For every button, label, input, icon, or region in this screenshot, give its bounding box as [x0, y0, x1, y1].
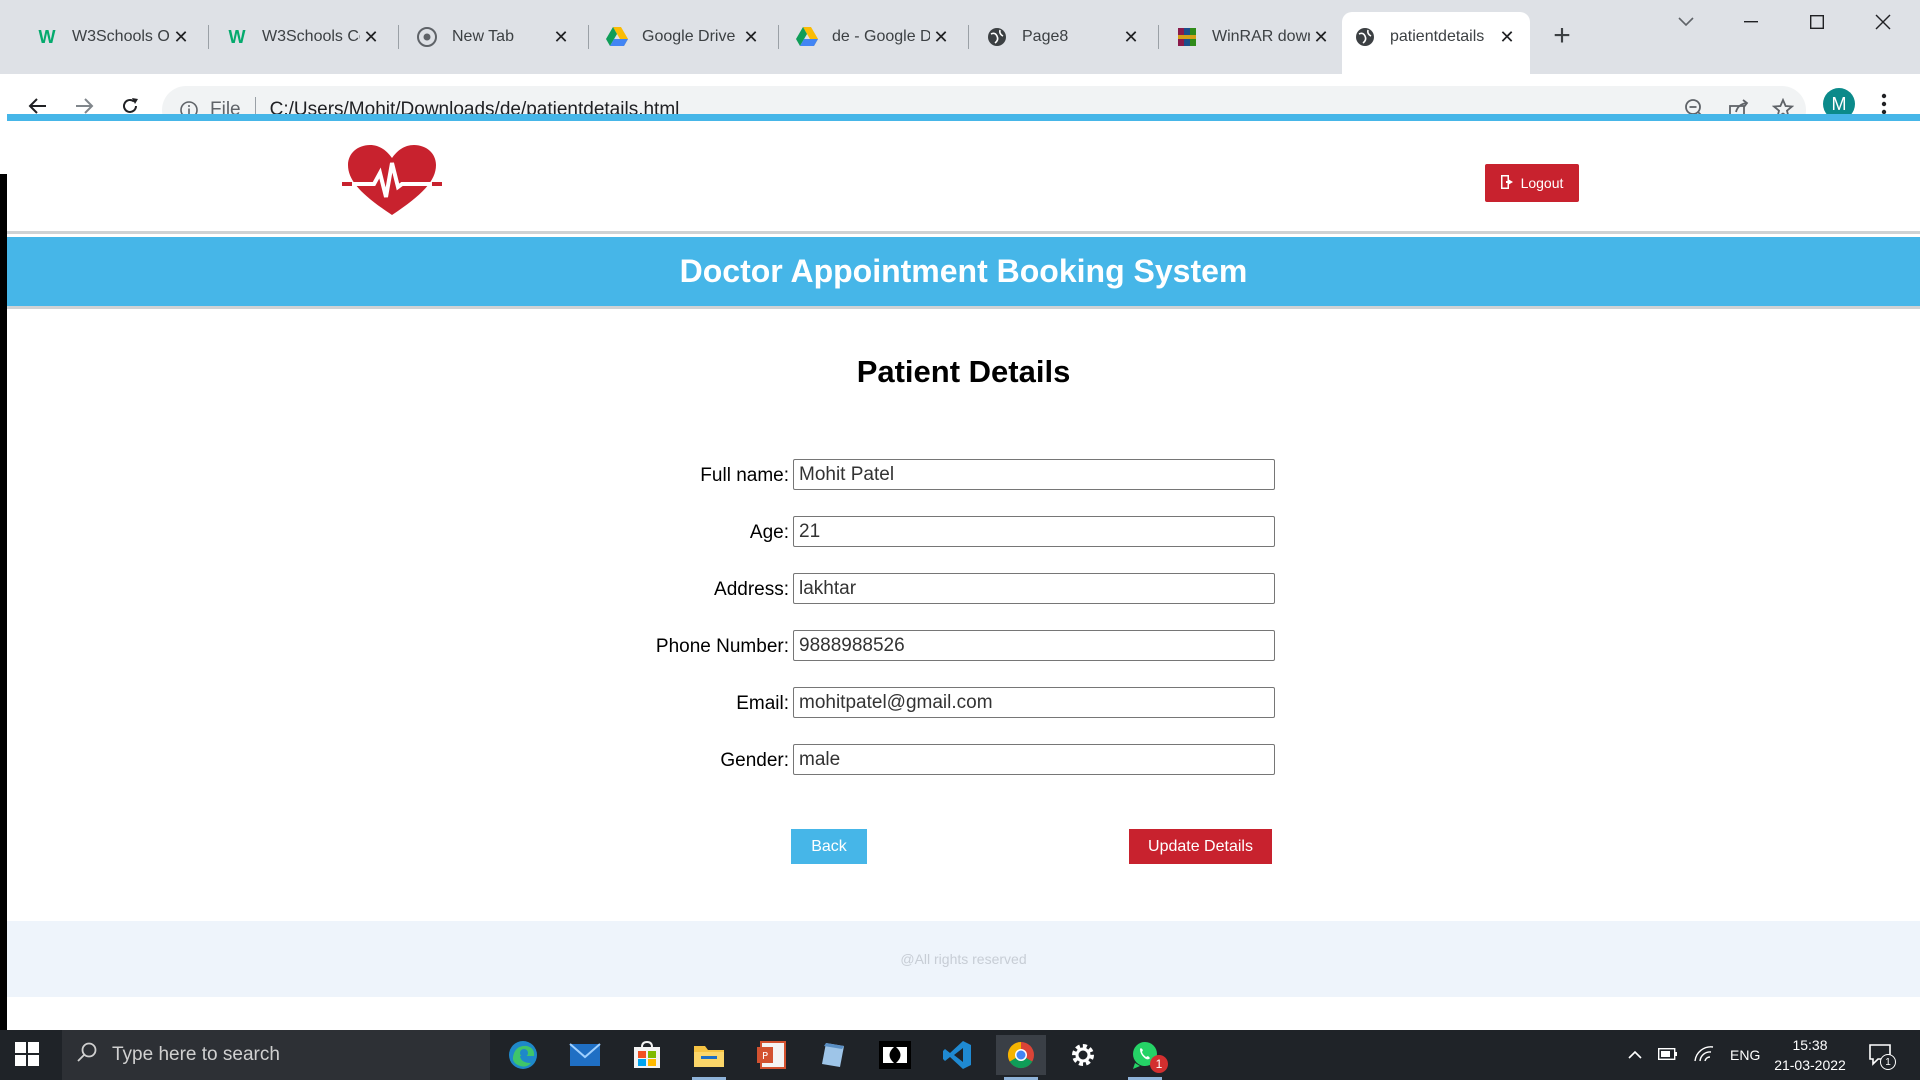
search-placeholder: Type here to search	[112, 1044, 280, 1065]
gender-label: Gender:	[720, 750, 789, 771]
notepad-icon[interactable]	[808, 1035, 858, 1075]
footer-text: @All rights reserved	[900, 951, 1027, 967]
settings-gear-icon[interactable]	[1058, 1035, 1108, 1075]
banner-title: Doctor Appointment Booking System	[679, 253, 1248, 289]
full-name-input[interactable]	[793, 459, 1275, 490]
w3schools-icon: W	[228, 26, 246, 47]
show-hidden-icons-chevron-icon[interactable]	[1628, 1047, 1642, 1063]
notification-center-icon[interactable]: 1	[1868, 1042, 1896, 1073]
form-row-gender: Gender:	[7, 744, 1920, 776]
tab-new-tab[interactable]: New Tab ✕	[404, 12, 584, 62]
clock[interactable]: 15:38 21-03-2022	[1760, 1035, 1860, 1075]
phone-number-input[interactable]	[793, 630, 1275, 661]
tab-de-google-drive[interactable]: de - Google D ✕	[784, 12, 964, 62]
globe-icon	[1354, 26, 1376, 48]
site-banner: Doctor Appointment Booking System	[7, 237, 1920, 309]
tab-title: WinRAR down	[1212, 28, 1310, 45]
w3schools-icon: W	[38, 26, 56, 47]
tab-google-drive[interactable]: Google Drive ✕	[594, 12, 774, 62]
update-details-button[interactable]: Update Details	[1129, 829, 1272, 864]
edge-icon[interactable]	[498, 1035, 548, 1075]
notification-count: 1	[1880, 1054, 1896, 1070]
heartbeat-logo[interactable]	[342, 143, 442, 218]
gender-input[interactable]	[793, 744, 1275, 775]
address-label: Address:	[714, 579, 789, 600]
form-row-address: Address:	[7, 573, 1920, 605]
form-row-email: Email:	[7, 687, 1920, 719]
whatsapp-icon[interactable]: 1	[1120, 1035, 1170, 1080]
close-icon[interactable]: ✕	[930, 26, 952, 48]
taskbar: Type here to search P 1 ENG 15:38 21-03-…	[0, 1030, 1920, 1080]
wifi-icon[interactable]	[1694, 1045, 1714, 1065]
tab-title: W3Schools Cc	[262, 28, 360, 45]
close-icon[interactable]: ✕	[740, 26, 762, 48]
tab-strip: W W3Schools Or ✕ W W3Schools Cc ✕ New Ta…	[0, 0, 1920, 74]
windows-start-icon[interactable]	[14, 1041, 42, 1069]
file-explorer-icon[interactable]	[684, 1035, 734, 1080]
dolby-icon[interactable]	[870, 1035, 920, 1075]
maximize-icon[interactable]	[1793, 8, 1841, 36]
google-drive-icon	[796, 26, 818, 48]
top-accent-bar	[7, 114, 1920, 121]
minimize-icon[interactable]	[1727, 8, 1775, 36]
powerpoint-icon[interactable]: P	[746, 1035, 796, 1075]
page-title: Patient Details	[856, 354, 1071, 389]
whatsapp-badge: 1	[1150, 1055, 1168, 1073]
logout-button[interactable]: Logout	[1485, 164, 1579, 202]
tab-patientdetails[interactable]: patientdetails ✕	[1342, 12, 1530, 74]
chrome-taskbar-icon[interactable]	[996, 1035, 1046, 1080]
taskbar-search[interactable]: Type here to search	[62, 1030, 490, 1080]
clock-time: 15:38	[1792, 1037, 1828, 1053]
battery-icon[interactable]	[1657, 1047, 1678, 1063]
mail-icon[interactable]	[560, 1035, 610, 1075]
tab-page8[interactable]: Page8 ✕	[974, 12, 1154, 62]
age-input[interactable]	[793, 516, 1275, 547]
globe-icon	[986, 26, 1008, 48]
back-button[interactable]: Back	[791, 829, 867, 864]
tab-title: Page8	[1022, 28, 1069, 45]
tab-w3schools-1[interactable]: W W3Schools Or ✕	[24, 12, 204, 62]
form-row-age: Age:	[7, 516, 1920, 548]
system-tray: ENG	[1628, 1030, 1760, 1080]
close-icon[interactable]: ✕	[360, 26, 382, 48]
age-label: Age:	[749, 522, 789, 543]
winrar-icon	[1176, 26, 1198, 48]
google-drive-icon	[606, 26, 628, 48]
address-input[interactable]	[793, 573, 1275, 604]
close-icon[interactable]: ✕	[1310, 26, 1332, 48]
store-icon[interactable]	[622, 1035, 672, 1075]
close-icon[interactable]: ✕	[1496, 26, 1518, 48]
browser-window: W W3Schools Or ✕ W W3Schools Cc ✕ New Ta…	[0, 0, 1920, 1030]
tab-title: Google Drive	[642, 28, 736, 45]
tab-title: de - Google D	[832, 28, 930, 45]
email-input[interactable]	[793, 687, 1275, 718]
close-icon[interactable]: ✕	[170, 26, 192, 48]
vscode-icon[interactable]	[932, 1035, 982, 1075]
full-name-label: Full name:	[700, 465, 789, 486]
email-label: Email:	[736, 693, 789, 714]
new-tab-plus-icon[interactable]: +	[1546, 19, 1578, 52]
logout-label: Logout	[1520, 175, 1564, 191]
page-viewport: Logout Doctor Appointment Booking System…	[7, 114, 1920, 1030]
close-icon[interactable]: ✕	[550, 26, 572, 48]
form-row-full-name: Full name:	[7, 459, 1920, 491]
tab-title: New Tab	[452, 28, 514, 45]
language-indicator[interactable]: ENG	[1730, 1047, 1760, 1063]
tab-search-chevron-icon[interactable]	[1662, 8, 1710, 36]
close-window-icon[interactable]	[1859, 8, 1907, 36]
site-header: Logout	[7, 121, 1920, 234]
svg-text:P: P	[762, 1051, 768, 1062]
phone-number-label: Phone Number:	[655, 636, 789, 657]
close-icon[interactable]: ✕	[1120, 26, 1142, 48]
tab-winrar[interactable]: WinRAR down ✕	[1164, 12, 1344, 62]
tab-title: W3Schools Or	[72, 28, 170, 45]
form-row-phone: Phone Number:	[7, 630, 1920, 662]
tab-title: patientdetails	[1390, 28, 1485, 45]
clock-date: 21-03-2022	[1774, 1057, 1846, 1073]
search-icon	[76, 1041, 98, 1069]
site-footer: @All rights reserved	[7, 921, 1920, 997]
chrome-icon	[416, 26, 438, 48]
tab-w3schools-2[interactable]: W W3Schools Cc ✕	[214, 12, 394, 62]
logout-icon	[1500, 174, 1515, 192]
